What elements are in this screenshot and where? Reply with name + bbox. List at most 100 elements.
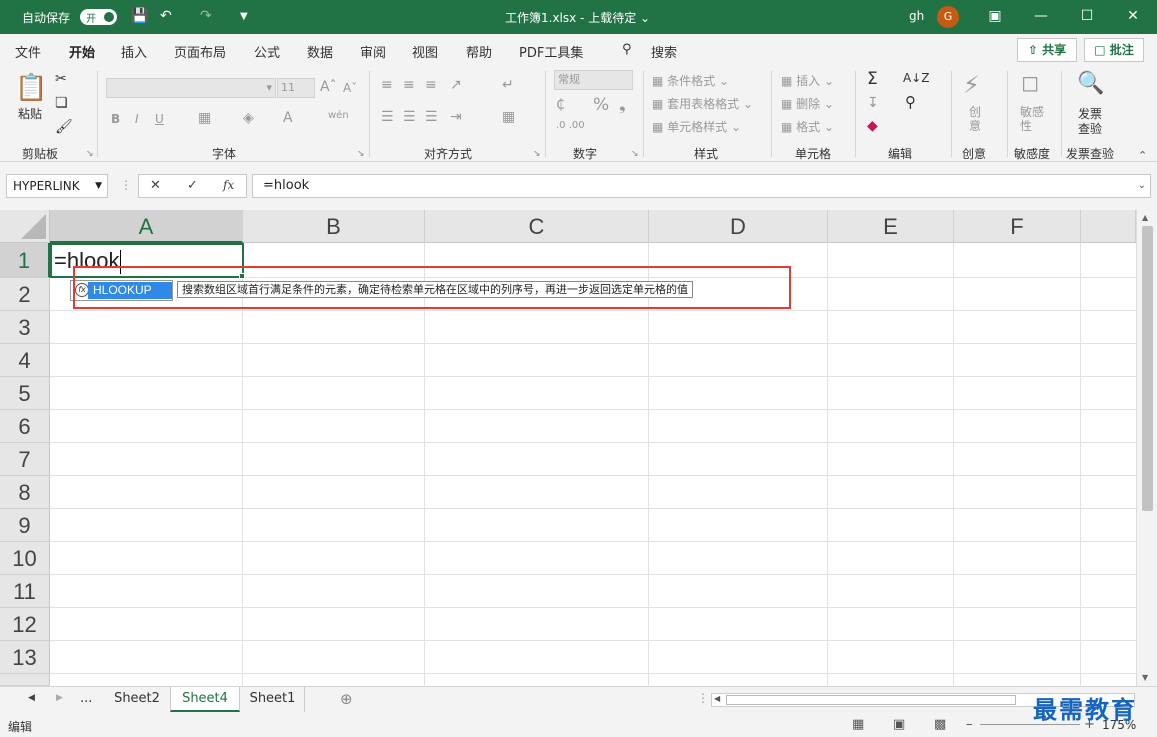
column-header-next[interactable] xyxy=(1081,210,1136,243)
font-size-combo[interactable]: 11 xyxy=(277,78,315,98)
alignment-launcher-icon[interactable]: ↘ xyxy=(533,149,541,159)
phonetic-icon[interactable]: wén xyxy=(328,110,349,121)
name-box[interactable]: HYPERLINK ▼ xyxy=(6,174,108,198)
tab-data[interactable]: 数据 xyxy=(307,42,333,61)
search-icon[interactable]: ⚲ xyxy=(622,42,632,57)
tab-insert[interactable]: 插入 xyxy=(121,42,147,61)
row-header-11[interactable]: 11 xyxy=(0,575,50,608)
underline-button[interactable]: U xyxy=(155,112,164,126)
column-header-b[interactable]: B xyxy=(243,210,425,243)
share-button[interactable]: ⇧ 共享 xyxy=(1017,38,1077,62)
copy-icon[interactable]: ❏ xyxy=(55,95,68,111)
sort-filter-icon[interactable]: A↓Z xyxy=(903,71,929,85)
invoice-check-icon[interactable]: 🔍 xyxy=(1077,71,1104,96)
close-icon[interactable]: ✕ xyxy=(1119,5,1147,27)
cell-styles-button[interactable]: ▦ 单元格样式 ⌄ xyxy=(652,118,741,135)
tab-formulas[interactable]: 公式 xyxy=(254,42,280,61)
format-painter-icon[interactable]: 🖌 xyxy=(55,119,73,135)
sensitivity-button-label[interactable]: 敏感性 xyxy=(1020,105,1046,133)
tab-view[interactable]: 视图 xyxy=(412,42,438,61)
column-header-e[interactable]: E xyxy=(828,210,954,243)
decrease-font-icon[interactable]: Aˇ xyxy=(343,81,357,95)
increase-decimal-icon[interactable]: .0 .00 xyxy=(556,120,585,131)
autosave-toggle[interactable]: 开 xyxy=(80,9,117,25)
formula-input[interactable]: =hlook ⌄ xyxy=(252,174,1151,198)
cut-icon[interactable]: ✂ xyxy=(55,71,67,87)
number-format-combo[interactable]: 常规 xyxy=(554,70,633,90)
clear-icon[interactable]: ◆ xyxy=(867,118,878,134)
orientation-icon[interactable]: ↗ xyxy=(450,77,462,93)
format-as-table-button[interactable]: ▦ 套用表格格式 ⌄ xyxy=(652,95,753,112)
scroll-up-icon[interactable]: ▲ xyxy=(1142,213,1148,222)
scroll-sheets-right-icon[interactable]: ▶ xyxy=(56,693,63,703)
page-layout-view-icon[interactable]: ▣ xyxy=(893,717,905,732)
scroll-down-icon[interactable]: ▼ xyxy=(1142,673,1148,682)
tab-home[interactable]: 开始 xyxy=(69,42,96,68)
fill-icon[interactable]: ↧ xyxy=(867,95,879,111)
comments-button[interactable]: □ 批注 xyxy=(1084,38,1144,62)
horizontal-scroll-thumb[interactable] xyxy=(726,695,1016,705)
row-header-14[interactable] xyxy=(0,674,50,686)
format-cells-button[interactable]: ▦ 格式 ⌄ xyxy=(781,118,834,135)
row-header-8[interactable]: 8 xyxy=(0,476,50,509)
borders-icon[interactable]: ▦ xyxy=(198,110,211,126)
number-launcher-icon[interactable]: ↘ xyxy=(631,149,639,159)
scroll-left-icon[interactable]: ◀ xyxy=(714,694,720,703)
align-right-icon[interactable]: ☰ xyxy=(425,109,438,125)
tab-review[interactable]: 审阅 xyxy=(360,42,386,61)
align-bottom-icon[interactable]: ≡ xyxy=(425,77,437,93)
document-title[interactable]: 工作簿1.xlsx - 上载待定 ⌄ xyxy=(505,9,650,26)
font-color-icon[interactable]: A xyxy=(283,110,293,126)
sensitivity-icon[interactable]: ◻ xyxy=(1021,71,1039,96)
delete-cells-button[interactable]: ▦ 删除 ⌄ xyxy=(781,95,834,112)
align-middle-icon[interactable]: ≡ xyxy=(403,77,415,93)
paste-button-label[interactable]: 粘贴 xyxy=(18,105,42,122)
customize-quick-access-icon[interactable]: ▼ xyxy=(240,11,248,22)
sheet-tab-sheet2[interactable]: Sheet2 xyxy=(104,687,170,712)
font-launcher-icon[interactable]: ↘ xyxy=(357,149,365,159)
invoice-button-line2[interactable]: 查验 xyxy=(1078,120,1102,137)
merge-center-icon[interactable]: ▦ xyxy=(502,109,515,125)
clipboard-launcher-icon[interactable]: ↘ xyxy=(86,149,94,159)
scroll-sheets-left-icon[interactable]: ◀ xyxy=(28,693,35,703)
row-header-5[interactable]: 5 xyxy=(0,377,50,410)
tab-help[interactable]: 帮助 xyxy=(466,42,492,61)
row-header-4[interactable]: 4 xyxy=(0,344,50,377)
comma-button[interactable]: ❟ xyxy=(619,95,626,115)
sheet-tab-sheet1[interactable]: Sheet1 xyxy=(241,687,305,712)
zoom-out-icon[interactable]: – xyxy=(966,717,973,732)
row-header-13[interactable]: 13 xyxy=(0,641,50,674)
insert-function-button[interactable]: fx xyxy=(223,178,234,192)
maximize-icon[interactable]: ☐ xyxy=(1073,5,1101,27)
row-header-9[interactable]: 9 xyxy=(0,509,50,542)
column-header-d[interactable]: D xyxy=(649,210,828,243)
column-header-a[interactable]: A xyxy=(50,210,243,243)
collapse-ribbon-icon[interactable]: ⌃ xyxy=(1138,149,1147,162)
row-header-1[interactable]: 1 xyxy=(0,243,50,278)
wrap-text-icon[interactable]: ↵ xyxy=(502,77,514,93)
tab-pdf-tools[interactable]: PDF工具集 xyxy=(519,42,583,61)
sheet-tab-sheet4[interactable]: Sheet4 xyxy=(170,687,240,712)
column-header-c[interactable]: C xyxy=(425,210,649,243)
accounting-format-icon[interactable]: ₵ xyxy=(556,97,565,113)
align-left-icon[interactable]: ☰ xyxy=(381,109,394,125)
add-sheet-button[interactable]: ⊕ xyxy=(340,690,353,708)
splitter-icon[interactable]: ⋮ xyxy=(697,691,709,705)
indent-icon[interactable]: ⇥ xyxy=(450,109,462,125)
row-header-2[interactable]: 2 xyxy=(0,278,50,311)
italic-button[interactable]: I xyxy=(135,112,139,126)
row-header-6[interactable]: 6 xyxy=(0,410,50,443)
bold-button[interactable]: B xyxy=(111,112,120,126)
row-header-3[interactable]: 3 xyxy=(0,311,50,344)
page-break-view-icon[interactable]: ▩ xyxy=(934,717,946,732)
percent-button[interactable]: % xyxy=(593,95,609,115)
chevron-down-icon[interactable]: ▼ xyxy=(95,175,102,197)
vertical-scroll-thumb[interactable] xyxy=(1142,226,1153,511)
row-header-10[interactable]: 10 xyxy=(0,542,50,575)
ribbon-display-options-icon[interactable]: ▣ xyxy=(981,5,1009,27)
minimize-icon[interactable]: — xyxy=(1027,5,1055,27)
expand-formula-icon[interactable]: ⌄ xyxy=(1138,175,1146,197)
find-select-icon[interactable]: ⚲ xyxy=(905,93,916,111)
save-icon[interactable]: 💾 xyxy=(131,8,148,24)
cancel-button[interactable]: ✕ xyxy=(150,178,161,193)
